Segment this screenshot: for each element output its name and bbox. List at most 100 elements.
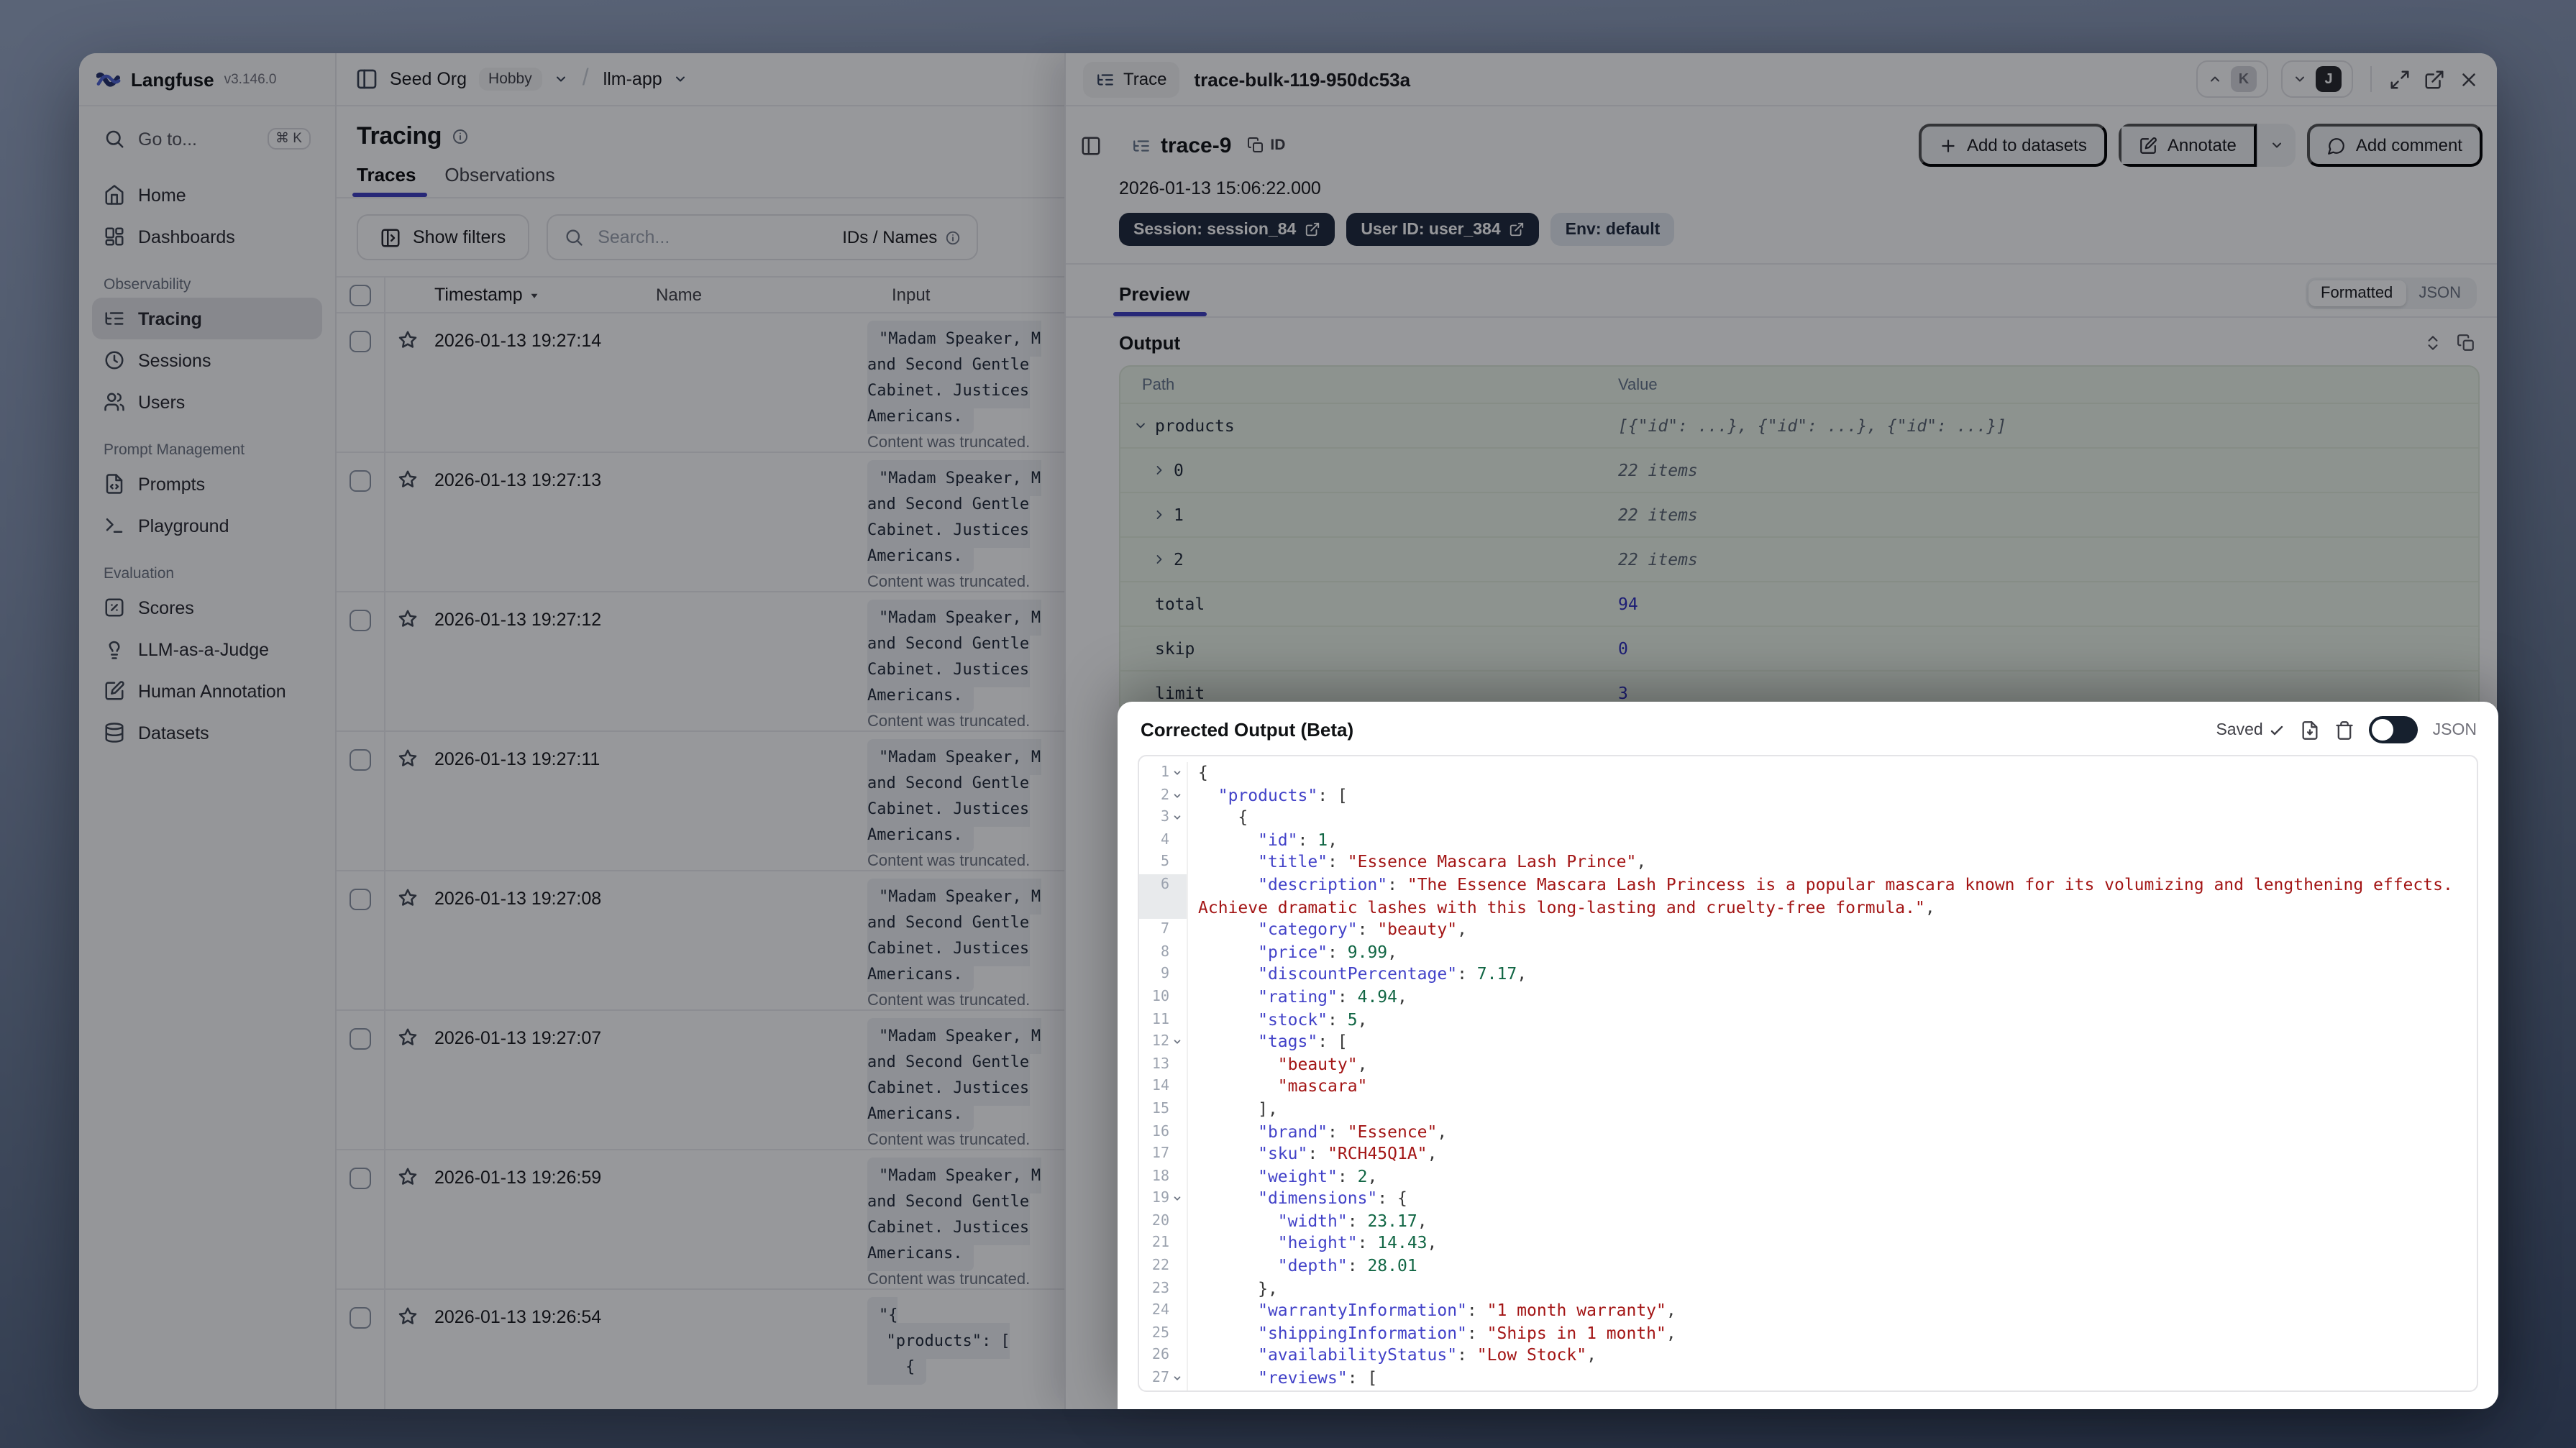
line-number: 16 [1139, 1121, 1188, 1144]
line-number: 14 [1139, 1076, 1188, 1099]
editor-line: 4 "id": 1, [1139, 829, 2477, 852]
line-number: 21 [1139, 1232, 1188, 1256]
line-number: 10 [1139, 986, 1188, 1009]
line-number: 15 [1139, 1098, 1188, 1121]
editor-line: 27 "reviews": [ [1139, 1367, 2477, 1390]
editor-line: 14 "mascara" [1139, 1076, 2477, 1099]
editor-code: "rating": 4.94, [1258, 986, 1407, 1007]
editor-line: 19 "dimensions": { [1139, 1188, 2477, 1211]
editor-line: 7 "category": "beauty", [1139, 919, 2477, 942]
line-number: 3 [1139, 807, 1188, 830]
line-number: 11 [1139, 1009, 1188, 1032]
editor-code: }, [1198, 1278, 1278, 1298]
editor-code: { [1198, 762, 1208, 782]
editor-code: "title": "Essence Mascara Lash Prince", [1258, 851, 1647, 872]
saved-status: Saved [2216, 721, 2285, 738]
delete-icon[interactable] [2335, 720, 2355, 740]
editor-code: "description": "The Essence Mascara Lash… [1198, 874, 2463, 917]
editor-line: 1{ [1139, 762, 2477, 785]
editor-line: 2 "products": [ [1139, 784, 2477, 807]
editor-code: "shippingInformation": "Ships in 1 month… [1258, 1322, 1676, 1343]
editor-line: 23 }, [1139, 1278, 2477, 1301]
line-number: 4 [1139, 829, 1188, 852]
desktop: Langfuse v3.146.0 Go to... ⌘ K Home Dashboa… [0, 0, 2576, 1448]
editor-line: 25 "shippingInformation": "Ships in 1 mo… [1139, 1322, 2477, 1345]
editor-code: "width": 23.17, [1277, 1210, 1428, 1231]
editor-line: 11 "stock": 5, [1139, 1009, 2477, 1032]
editor-line: 20 "width": 23.17, [1139, 1210, 2477, 1233]
editor-code: ], [1198, 1098, 1278, 1119]
editor-code: "beauty", [1277, 1053, 1368, 1074]
editor-code: "category": "beauty", [1258, 919, 1467, 940]
line-number: 1 [1139, 762, 1188, 785]
editor-line: 6 "description": "The Essence Mascara La… [1139, 874, 2477, 920]
line-number: 9 [1139, 963, 1188, 986]
editor-code: { [1188, 1390, 2477, 1392]
json-editor[interactable]: 1{2 "products": [3 {4 "id": 1, 5 "title":… [1138, 755, 2478, 1392]
line-number: 13 [1139, 1053, 1188, 1076]
line-number: 26 [1139, 1344, 1188, 1368]
editor-line: 5 "title": "Essence Mascara Lash Prince"… [1139, 851, 2477, 874]
line-number: 18 [1139, 1165, 1188, 1188]
editor-code: "sku": "RCH45Q1A", [1258, 1143, 1438, 1164]
editor-line: 3 { [1139, 807, 2477, 830]
line-number: 25 [1139, 1322, 1188, 1345]
editor-line: 15 ], [1139, 1098, 2477, 1121]
fold-chevron-icon [1174, 815, 1181, 820]
editor-line: 8 "price": 9.99, [1139, 941, 2477, 964]
line-number: 5 [1139, 851, 1188, 874]
line-number: 22 [1139, 1255, 1188, 1278]
editor-line: 12 "tags": [ [1139, 1031, 2477, 1054]
json-toggle[interactable] [2369, 716, 2419, 743]
editor-line: 26 "availabilityStatus": "Low Stock", [1139, 1344, 2477, 1368]
editor-code: "availabilityStatus": "Low Stock", [1258, 1344, 1597, 1365]
editor-line: 10 "rating": 4.94, [1139, 986, 2477, 1009]
save-file-icon[interactable] [2301, 720, 2321, 740]
editor-code: "stock": 5, [1258, 1009, 1368, 1030]
json-toggle-label: JSON [2432, 721, 2477, 738]
line-number: 28 [1139, 1390, 1188, 1392]
editor-code: "reviews": [ [1258, 1367, 1378, 1388]
line-number: 12 [1139, 1031, 1188, 1054]
editor-code: "depth": 28.01 [1277, 1255, 1417, 1276]
editor-line: 9 "discountPercentage": 7.17, [1139, 963, 2477, 986]
line-number: 24 [1139, 1300, 1188, 1323]
editor-code: "products": [ [1218, 784, 1348, 805]
editor-code: "warrantyInformation": "1 month warranty… [1258, 1300, 1676, 1321]
fold-chevron-icon [1174, 771, 1181, 775]
saved-label: Saved [2216, 721, 2263, 738]
editor-code: "price": 9.99, [1258, 941, 1398, 962]
line-number: 19 [1139, 1188, 1188, 1211]
editor-code: "tags": [ [1258, 1031, 1348, 1052]
fold-chevron-icon [1174, 1376, 1181, 1380]
line-number: 17 [1139, 1143, 1188, 1166]
line-number: 7 [1139, 919, 1188, 942]
fold-chevron-icon [1174, 793, 1181, 797]
line-number: 27 [1139, 1367, 1188, 1390]
line-number: 6 [1139, 874, 1188, 920]
editor-line: 21 "height": 14.43, [1139, 1232, 2477, 1256]
editor-line: 22 "depth": 28.01 [1139, 1255, 2477, 1278]
editor-line: 13 "beauty", [1139, 1053, 2477, 1076]
editor-line: 28 { [1139, 1390, 2477, 1392]
line-number: 20 [1139, 1210, 1188, 1233]
line-number: 2 [1139, 784, 1188, 807]
line-number: 8 [1139, 941, 1188, 964]
editor-line: 18 "weight": 2, [1139, 1165, 2477, 1188]
editor-line: 16 "brand": "Essence", [1139, 1121, 2477, 1144]
editor-line: 24 "warrantyInformation": "1 month warra… [1139, 1300, 2477, 1323]
editor-line: 17 "sku": "RCH45Q1A", [1139, 1143, 2477, 1166]
editor-code: { [1198, 807, 1248, 828]
editor-code: "dimensions": { [1258, 1188, 1407, 1209]
check-icon [2269, 721, 2286, 738]
editor-code: "id": 1, [1258, 829, 1338, 850]
editor-code: "height": 14.43, [1277, 1232, 1438, 1253]
editor-code: "discountPercentage": 7.17, [1258, 963, 1527, 984]
modal-title: Corrected Output (Beta) [1141, 719, 1354, 741]
line-number: 23 [1139, 1278, 1188, 1301]
fold-chevron-icon [1174, 1196, 1181, 1201]
editor-code: "weight": 2, [1258, 1165, 1378, 1186]
editor-code: "brand": "Essence", [1258, 1121, 1448, 1141]
fold-chevron-icon [1174, 1040, 1181, 1044]
corrected-output-modal: Corrected Output (Beta) Saved JSON 1{2 "… [1118, 702, 2498, 1409]
